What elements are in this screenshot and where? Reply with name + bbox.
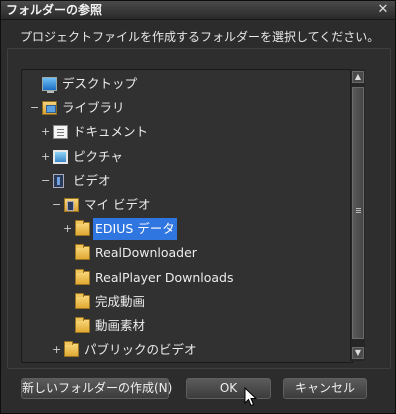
tree-item-realplayer-downloads[interactable]: RealPlayer Downloads (22, 267, 352, 289)
collapse-icon[interactable]: − (41, 170, 50, 192)
tree-item-pictures[interactable]: + ピクチャ (22, 146, 352, 168)
mouse-pointer-icon (244, 387, 258, 407)
collapse-icon[interactable]: − (52, 194, 61, 216)
expand-icon[interactable]: + (41, 146, 50, 168)
folder-icon (75, 244, 90, 261)
tree-item-finished-video[interactable]: 完成動画 (22, 291, 352, 313)
tree-item-edius-data[interactable]: + EDIUS データ (22, 218, 352, 241)
tree-item-public-videos[interactable]: + パブリックのビデオ (22, 339, 352, 361)
myvideo-icon (64, 198, 79, 212)
ok-button[interactable]: OK (186, 378, 271, 399)
tree-item-label[interactable]: EDIUS データ (93, 218, 177, 241)
title-bar[interactable]: フォルダーの参照 ✕ (1, 1, 395, 20)
scroll-grip-icon (356, 208, 361, 209)
tree-item-label[interactable]: ビデオ (71, 170, 113, 192)
tree-scrollbar[interactable]: ▲ ▼ (350, 69, 365, 361)
expand-icon[interactable]: + (52, 339, 61, 361)
tree-item-label[interactable]: RealPlayer Downloads (93, 267, 235, 289)
folder-tree[interactable]: デスクトップ − ライブラリ + ドキュメント + ピクチャ − ビデオ − マイ ビデオ + EDIU… (21, 69, 353, 363)
tree-item-label[interactable]: 完成動画 (93, 291, 147, 313)
tree-item-label[interactable]: ピクチャ (71, 146, 125, 168)
tree-item-videos[interactable]: − ビデオ (22, 170, 352, 192)
tree-item-label[interactable]: RealDownloader (93, 242, 199, 264)
scroll-up-icon[interactable]: ▲ (352, 71, 364, 83)
film-icon (53, 173, 64, 188)
tree-item-label[interactable]: 動画素材 (93, 315, 147, 337)
tree-item-label[interactable]: デスクトップ (60, 73, 139, 95)
tree-item-realdownloader[interactable]: RealDownloader (22, 242, 352, 264)
folder-icon (75, 268, 90, 285)
tree-item-label[interactable]: パブリックのビデオ (82, 339, 199, 361)
monitor-icon (42, 77, 57, 93)
tree-item-label[interactable]: マイ ビデオ (82, 194, 152, 216)
tree-item-library[interactable]: − ライブラリ (22, 97, 352, 119)
tree-item-desktop[interactable]: デスクトップ (22, 73, 352, 95)
expand-icon[interactable]: + (63, 218, 72, 240)
folder-icon (64, 341, 79, 358)
folder-icon (75, 292, 90, 309)
cancel-button[interactable]: キャンセル (283, 378, 367, 399)
scroll-down-icon[interactable]: ▼ (352, 347, 364, 359)
window-title: フォルダーの参照 (6, 3, 103, 17)
tree-item-documents[interactable]: + ドキュメント (22, 121, 352, 143)
docs-icon (53, 125, 68, 140)
new-folder-button[interactable]: 新しいフォルダーの作成(N) (21, 378, 172, 399)
tree-item-my-videos[interactable]: − マイ ビデオ (22, 194, 352, 216)
instruction-text: プロジェクトファイルを作成するフォルダーを選択してください。 (20, 30, 380, 44)
collapse-icon[interactable]: − (30, 97, 39, 119)
pictures-icon (53, 149, 68, 164)
scroll-thumb[interactable] (352, 87, 364, 339)
tree-item-label[interactable]: ドキュメント (71, 121, 150, 143)
library-icon (42, 101, 57, 116)
close-icon[interactable]: ✕ (375, 2, 391, 17)
expand-icon[interactable]: + (41, 121, 50, 143)
tree-item-video-material[interactable]: 動画素材 (22, 315, 352, 337)
folder-browse-dialog: フォルダーの参照 ✕ プロジェクトファイルを作成するフォルダーを選択してください… (0, 0, 396, 414)
folder-icon (75, 317, 90, 333)
tree-item-label[interactable]: ライブラリ (60, 97, 127, 119)
folder-icon (75, 220, 90, 237)
